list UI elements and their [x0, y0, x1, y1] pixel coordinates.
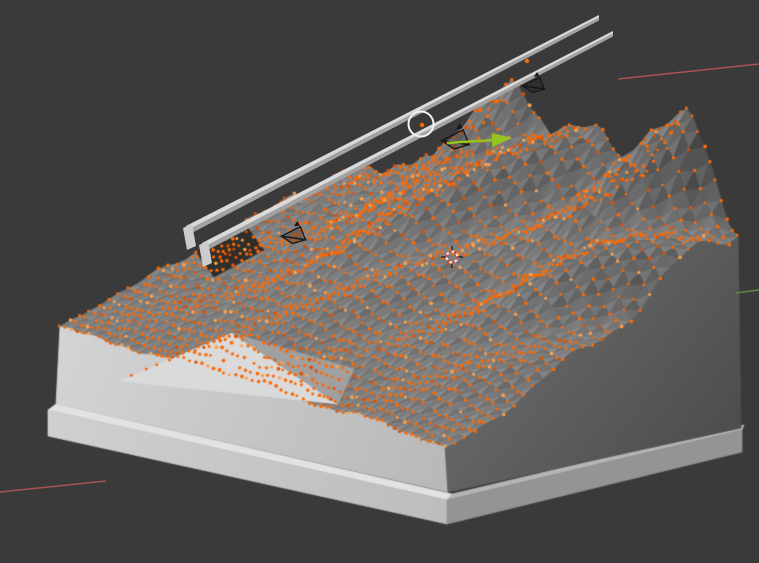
rail-beam-far[interactable] — [186, 15, 599, 236]
camera-up-triangle — [456, 123, 463, 129]
selected-vertex-dot[interactable] — [420, 123, 424, 127]
3d-cursor — [441, 246, 463, 268]
rail-top-face — [186, 15, 599, 231]
rail-beam-near[interactable] — [202, 31, 613, 253]
3d-viewport[interactable] — [0, 0, 759, 563]
rail-top-face — [202, 31, 613, 248]
rail-side-face — [186, 18, 599, 237]
x-axis-line-right — [618, 64, 759, 79]
camera-up-triangle — [294, 221, 300, 226]
selected-vertex-dot[interactable] — [525, 59, 529, 63]
camera-icon[interactable] — [442, 123, 470, 149]
y-axis-line — [736, 290, 759, 293]
camera-icon[interactable] — [281, 221, 305, 244]
gizmo-arrow-head[interactable] — [492, 133, 512, 147]
x-axis-line-left — [0, 481, 106, 492]
rail-side-face — [202, 34, 613, 254]
viewport-overlay — [0, 0, 759, 563]
